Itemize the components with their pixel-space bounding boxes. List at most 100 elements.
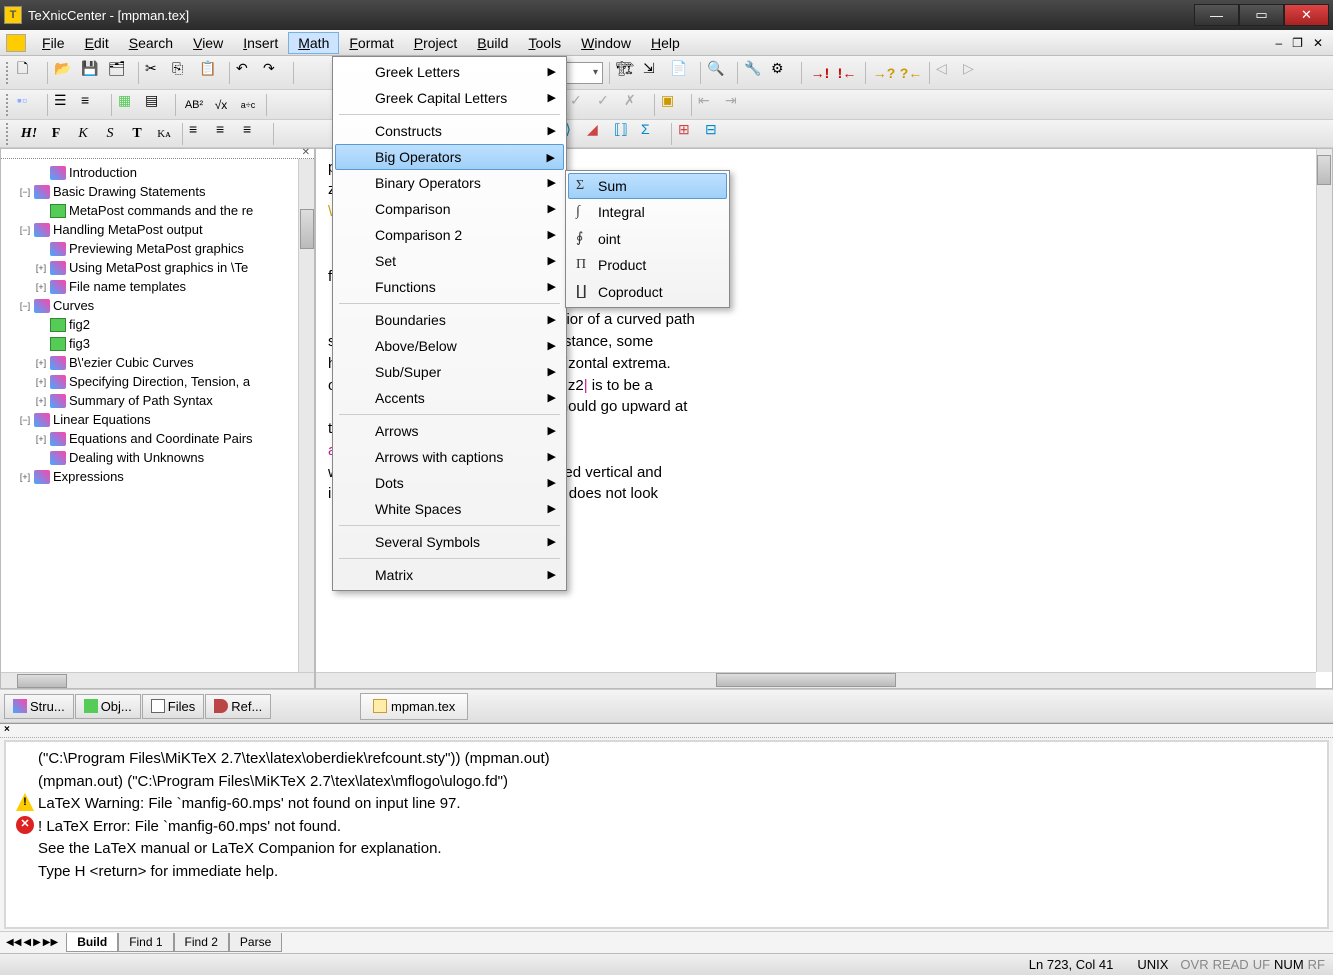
document-tab[interactable]: mpman.tex [360,693,468,720]
submenu-item-oint[interactable]: ∮oint [568,225,727,252]
tree-item[interactable]: [+]Summary of Path Syntax [3,391,312,410]
align-right-icon[interactable]: ≡ [243,122,267,146]
menu-insert[interactable]: Insert [233,32,288,54]
prev-warn-icon[interactable]: ?← [899,61,923,85]
font-icon[interactable]: AB² [182,93,206,117]
figure-icon[interactable]: ▦ [118,93,142,117]
output-tab-find-2[interactable]: Find 2 [174,933,229,952]
tree-item[interactable]: Introduction [3,163,312,182]
next-error-icon[interactable]: →! [808,61,832,85]
slanted-icon[interactable]: S [98,122,122,146]
undo-icon[interactable]: ↶ [236,61,260,85]
menu-edit[interactable]: Edit [75,32,119,54]
sym7-icon[interactable]: ⊟ [705,122,729,146]
math-menu-item[interactable]: Dots▶ [335,470,564,496]
panel-tab-ref[interactable]: Ref... [205,694,271,719]
menu-window[interactable]: Window [571,32,641,54]
spell2-icon[interactable]: ✓ [597,93,621,117]
indent-out-icon[interactable]: ⇤ [698,93,722,117]
spell-icon[interactable]: ✓ [570,93,594,117]
panel-tab-files[interactable]: Files [142,694,204,719]
tree-item[interactable]: Dealing with Unknowns [3,448,312,467]
math-menu-item[interactable]: Binary Operators▶ [335,170,564,196]
math-menu-item[interactable]: Constructs▶ [335,118,564,144]
tool1-icon[interactable]: 🔧 [744,61,768,85]
item-icon[interactable]: ▪▫ [17,93,41,117]
align-left-icon[interactable]: ≡ [189,122,213,146]
bold-icon[interactable]: F [44,122,68,146]
paste-icon[interactable]: 📋 [199,61,223,85]
editor-scrollbar-v[interactable] [1316,149,1332,672]
tree-item[interactable]: fig3 [3,334,312,353]
menu-build[interactable]: Build [467,32,518,54]
tree-scrollbar-v[interactable] [298,159,314,672]
tree-item[interactable]: fig2 [3,315,312,334]
output-tab-parse[interactable]: Parse [229,933,282,952]
output-nav-first-icon[interactable]: ◀◀ [6,937,21,948]
tt-icon[interactable]: T [125,122,149,146]
bookmark-next-icon[interactable]: ▷ [963,61,987,85]
view-icon[interactable]: 🔍 [707,61,731,85]
math-menu-item[interactable]: Sub/Super▶ [335,359,564,385]
math-menu-item[interactable]: Above/Below▶ [335,333,564,359]
menu-search[interactable]: Search [119,32,183,54]
prev-error-icon[interactable]: !← [835,61,859,85]
tree-scrollbar-h[interactable] [1,672,314,688]
menu-format[interactable]: Format [339,32,403,54]
output-text[interactable]: ("C:\Program Files\MiKTeX 2.7\tex\latex\… [4,740,1329,929]
tree-item[interactable]: [+]B\'ezier Cubic Curves [3,353,312,372]
cancel-icon[interactable]: ✗ [624,93,648,117]
sym4-icon[interactable]: ⟦⟧ [614,122,638,146]
copy-icon[interactable]: ⎘ [172,61,196,85]
bookmark-prev-icon[interactable]: ◁ [936,61,960,85]
math-menu-item[interactable]: Set▶ [335,248,564,274]
math-menu-item[interactable]: Several Symbols▶ [335,529,564,555]
italic-icon[interactable]: K [71,122,95,146]
tree-item[interactable]: [+]Equations and Coordinate Pairs [3,429,312,448]
mdi-restore[interactable]: ❐ [1288,34,1307,52]
mdi-minimize[interactable]: – [1271,34,1286,52]
math-menu-item[interactable]: Arrows with captions▶ [335,444,564,470]
build-view-icon[interactable]: ⇲ [643,61,667,85]
save-all-icon[interactable]: 🗂 [108,61,132,85]
tree-item[interactable]: [+]Specifying Direction, Tension, a [3,372,312,391]
tree-item[interactable]: [+]Expressions [3,467,312,486]
submenu-item-sum[interactable]: ΣSum [568,173,727,199]
menu-view[interactable]: View [183,32,233,54]
align-center-icon[interactable]: ≡ [216,122,240,146]
block-icon[interactable]: ▣ [661,93,685,117]
open-icon[interactable]: 📂 [54,61,78,85]
emph-icon[interactable]: H! [17,122,41,146]
document-tree[interactable]: Introduction[−]Basic Drawing StatementsM… [1,159,314,672]
minimize-button[interactable]: — [1194,4,1239,26]
frac-icon[interactable]: a÷c [236,93,260,117]
tree-item[interactable]: MetaPost commands and the re [3,201,312,220]
menu-file[interactable]: File [32,32,75,54]
tree-item[interactable]: [−]Linear Equations [3,410,312,429]
math-menu-item[interactable]: Greek Letters▶ [335,59,564,85]
next-warn-icon[interactable]: →? [872,61,896,85]
tree-item[interactable]: [+]Using MetaPost graphics in \Te [3,258,312,277]
math-menu-item[interactable]: Arrows▶ [335,418,564,444]
tree-item[interactable]: [+]File name templates [3,277,312,296]
output-nav-last-icon[interactable]: ▶▶ [43,937,58,948]
submenu-item-coproduct[interactable]: ∐Coproduct [568,278,727,305]
math-menu-item[interactable]: Accents▶ [335,385,564,411]
editor-scrollbar-h[interactable] [316,672,1316,688]
math-menu-item[interactable]: White Spaces▶ [335,496,564,522]
new-icon[interactable]: 🗋 [17,61,41,85]
output-tab-find-1[interactable]: Find 1 [118,933,173,952]
indent-in-icon[interactable]: ⇥ [725,93,749,117]
sc-icon[interactable]: Kᴀ [152,122,176,146]
math-menu-item[interactable]: Big Operators▶ [335,144,564,170]
menu-help[interactable]: Help [641,32,690,54]
math-menu-item[interactable]: Comparison 2▶ [335,222,564,248]
save-icon[interactable]: 💾 [81,61,105,85]
cut-icon[interactable]: ✂ [145,61,169,85]
redo-icon[interactable]: ↷ [263,61,287,85]
build-icon[interactable]: 🏗 [616,61,640,85]
math-menu-item[interactable]: Boundaries▶ [335,307,564,333]
math-menu-item[interactable]: Comparison▶ [335,196,564,222]
sym6-icon[interactable]: ⊞ [678,122,702,146]
table-icon[interactable]: ▤ [145,93,169,117]
